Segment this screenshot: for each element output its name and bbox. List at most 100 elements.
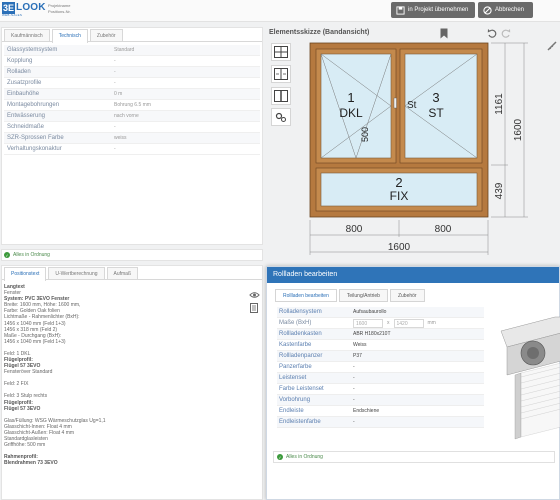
field-1-type: DKL <box>339 106 363 120</box>
tab-commercial[interactable]: Kaufmännisch <box>4 29 50 41</box>
settings-tool[interactable] <box>271 108 291 126</box>
document-icon[interactable] <box>248 303 260 313</box>
property-label: Glassystemsystem <box>7 47 58 53</box>
shutter-value: Endschiene <box>353 408 380 414</box>
take-into-project-button[interactable]: in Projekt übernehmen <box>391 2 475 18</box>
check-icon: ✓ <box>4 252 10 258</box>
shutter-value: Aufsaubaurollo <box>353 309 387 315</box>
field-2-type: FIX <box>390 189 409 203</box>
field-3-type: ST <box>428 106 444 120</box>
shutter-row[interactable]: Endleistenfarbe - <box>277 417 484 428</box>
grid-tool[interactable] <box>271 43 291 61</box>
eye-icon[interactable] <box>248 290 260 300</box>
property-row[interactable]: Kopplung - <box>4 56 260 67</box>
bookmark-icon[interactable] <box>438 27 450 39</box>
logo-subtitle: WEB-SALES <box>2 13 23 17</box>
property-row[interactable]: SZR-Sprossen Farbe weiss <box>4 133 260 144</box>
width-1-label: 800 <box>346 224 363 235</box>
property-value: - <box>114 124 116 130</box>
property-label: Kopplung <box>7 58 33 64</box>
dialog-status: ✓ Alles in Ordnung <box>273 451 555 463</box>
status-text: Alles in Ordnung <box>13 252 50 258</box>
handle <box>393 97 397 109</box>
shutter-row[interactable]: Rollladenpanzer P37 <box>277 351 484 362</box>
width-2-label: 800 <box>435 224 452 235</box>
shutter-row[interactable]: Panzerfarbe - <box>277 362 484 373</box>
status-bar: ✓ Alles in Ordnung <box>1 249 263 261</box>
shutter-value: - <box>353 386 355 392</box>
tab-u-value[interactable]: U-Wertberechnung <box>48 267 105 279</box>
cancel-button[interactable]: Abbrechen <box>478 2 533 18</box>
shutter-row[interactable]: Rolladensystem Aufsaubaurollo <box>277 307 484 318</box>
shutter-row[interactable]: Leistenset - <box>277 373 484 384</box>
property-row[interactable]: Montagebohrungen Bohrung 6.5 mm <box>4 100 260 111</box>
property-row[interactable]: Rolladen - <box>4 67 260 78</box>
width-input[interactable]: 1600 <box>353 318 383 328</box>
properties-panel: Kaufmännisch Technisch Zubehör Glassyste… <box>1 27 263 245</box>
property-value: - <box>114 69 116 75</box>
height-1-label: 1161 <box>494 93 505 115</box>
undo-icon[interactable] <box>486 27 498 39</box>
sash-tool[interactable] <box>271 87 291 105</box>
shutter-label: Vorbohrung <box>279 397 311 403</box>
property-label: Rolladen <box>7 69 31 75</box>
property-row[interactable]: Schneidmaße - <box>4 122 260 133</box>
tab-shutter-edit[interactable]: Rollladen bearbeiten <box>275 289 337 302</box>
save-icon <box>395 5 405 15</box>
sketch-title: Elementsskizze (Bandansicht) <box>269 29 370 36</box>
shutter-value: - <box>353 375 355 381</box>
shutter-label: Kastenfarbe <box>279 342 312 348</box>
property-row[interactable]: Zusatzprofile - <box>4 78 260 89</box>
take-into-project-label: in Projekt übernehmen <box>408 7 469 13</box>
handle-height-label: 500 <box>360 127 370 142</box>
tab-division-drive[interactable]: Teilung/Antrieb <box>338 289 388 302</box>
shutter-row[interactable]: Vorbohrung - <box>277 395 484 406</box>
shutter-label: Rollladenkasten <box>279 331 322 337</box>
tab-position-text[interactable]: Positionstext <box>4 267 47 281</box>
shutter-row[interactable]: Endleiste Endschiene <box>277 406 484 417</box>
dialog-status-text: Alles in Ordnung <box>286 454 323 460</box>
shutter-row[interactable]: Kastenfarbe Weiss <box>277 340 484 351</box>
property-row[interactable]: Verhaltungskonaktur - <box>4 144 260 155</box>
position-tabs: Positionstext U-Wertberechnung Aufmaß <box>2 266 262 281</box>
dialog-title: Rollladen bearbeiten <box>267 267 559 283</box>
shutter-value: - <box>353 397 355 403</box>
tab-dialog-accessories[interactable]: Zubehör <box>389 289 425 302</box>
times-label: x <box>387 320 390 326</box>
long-text-line: Blendrahmen 73 3EVO <box>4 460 58 467</box>
field-1-number: 1 <box>347 90 354 105</box>
logo: 3E LOOK WEB-SALES <box>2 2 46 18</box>
tab-technical[interactable]: Technisch <box>51 29 88 43</box>
shutter-preview-image <box>500 316 560 440</box>
property-label: Montagebohrungen <box>7 102 60 108</box>
property-row[interactable]: Einbauhöhe 0 m <box>4 89 260 100</box>
shutter-value: P37 <box>353 353 362 359</box>
property-row[interactable]: Glassystemsystem Standard <box>4 45 260 56</box>
shutter-row: Maße (BxH) 1600 x 1420 mm <box>277 318 484 329</box>
property-value: 0 m <box>114 91 123 97</box>
property-label: SZR-Sprossen Farbe <box>7 135 64 141</box>
split-tool[interactable] <box>271 65 291 83</box>
tab-accessories[interactable]: Zubehör <box>89 29 123 41</box>
shutter-label: Leistenset <box>279 375 307 381</box>
long-text: Langtext Fenster System: PVC 3EVO Fenster B… <box>4 284 242 498</box>
property-row[interactable]: Entwässerung nach vorne <box>4 111 260 122</box>
width-total-label: 1600 <box>388 242 411 253</box>
property-label: Zusatzprofile <box>7 80 42 86</box>
shutter-label: Endleiste <box>279 408 304 414</box>
property-list: Glassystemsystem Standard Kopplung - Rolla… <box>4 45 260 155</box>
shutter-row[interactable]: Rollladenkasten ABR H180x210T <box>277 329 484 340</box>
property-label: Entwässerung <box>7 113 46 119</box>
window-sketch: 1 DKL 3 ST St 500 2 FIX 800 800 1600 116… <box>309 42 528 255</box>
ruler-icon[interactable] <box>546 40 558 52</box>
property-value: Bohrung 6.5 mm <box>114 102 151 108</box>
tab-measurement[interactable]: Aufmaß <box>106 267 139 279</box>
height-input[interactable]: 1420 <box>393 318 424 328</box>
shutter-value: - <box>353 419 355 425</box>
check-icon: ✓ <box>277 454 283 460</box>
property-value: - <box>114 58 116 64</box>
shutter-label: Maße (BxH) <box>279 320 312 326</box>
property-value: - <box>114 146 116 152</box>
shutter-row[interactable]: Farbe Leistenset - <box>277 384 484 395</box>
redo-icon[interactable] <box>500 27 512 39</box>
